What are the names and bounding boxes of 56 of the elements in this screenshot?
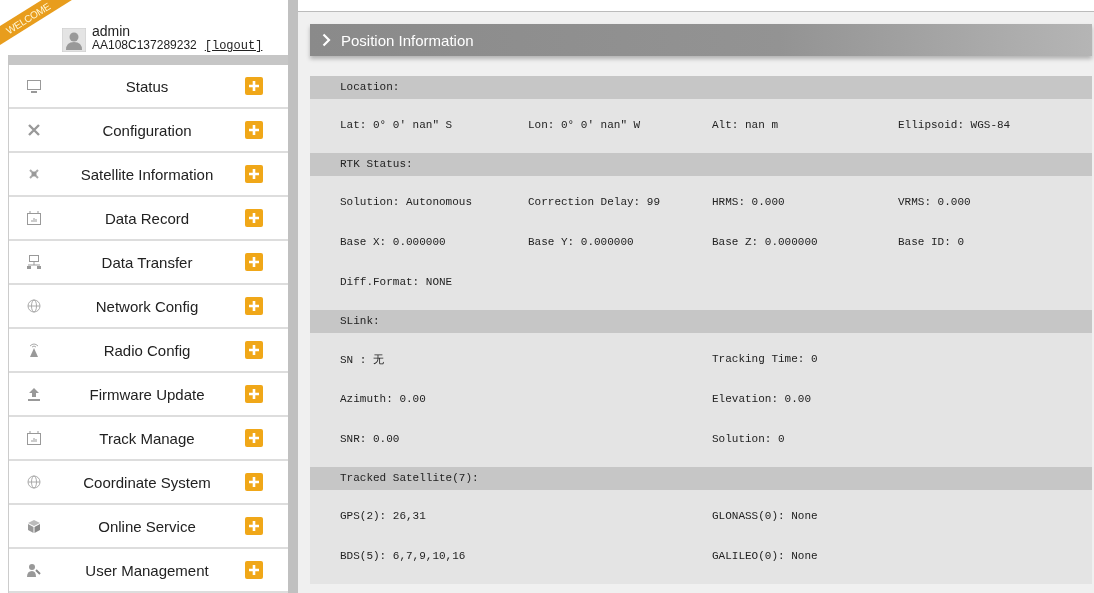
expand-icon: [245, 473, 263, 491]
section-header: RTK Status:: [310, 153, 1092, 176]
device-id: AA108C137289232: [92, 38, 197, 52]
field-value: Lon: 0° 0′ nan″ W: [528, 119, 641, 131]
expand-icon: [245, 121, 263, 139]
upload-icon: [27, 387, 41, 401]
field-value: Correction Delay: 99: [528, 196, 661, 208]
expand-icon: [245, 429, 263, 447]
section-header: Location:: [310, 76, 1092, 99]
field-value: SN : 无: [340, 352, 384, 367]
section-header: Tracked Satellite(7):: [310, 467, 1092, 490]
calendar-icon: [27, 431, 41, 445]
field-value: Base Z: 0.000000: [712, 236, 818, 248]
expand-icon: [245, 561, 263, 579]
field-value: Solution: Autonomous: [340, 196, 473, 208]
expand-icon: [245, 297, 263, 315]
user-name: admin: [92, 24, 132, 38]
field-value: Tracking Time: 0: [712, 353, 818, 365]
field-value: GLONASS(0): None: [712, 510, 818, 522]
field-value: Azimuth: 0.00: [340, 393, 426, 405]
field-value: Base X: 0.000000: [340, 236, 446, 248]
field-value: Elevation: 0.00: [712, 393, 812, 405]
expand-icon: [245, 253, 263, 271]
globe-icon: [27, 475, 41, 489]
avatar-icon: [62, 28, 86, 52]
field-value: Base Y: 0.000000: [528, 236, 634, 248]
field-value: Diff.Format: NONE: [340, 276, 453, 288]
expand-icon: [245, 385, 263, 403]
monitor-icon: [27, 79, 41, 93]
field-value: HRMS: 0.000: [712, 196, 785, 208]
calendar-icon: [27, 211, 41, 225]
field-value: VRMS: 0.000: [898, 196, 971, 208]
expand-icon: [245, 77, 263, 95]
chevron-icon: [322, 33, 331, 47]
field-value: Ellipsoid: WGS-84: [898, 119, 1011, 131]
globe-icon: [27, 299, 41, 313]
panel-title: Position Information: [341, 31, 474, 49]
field-value: GALILEO(0): None: [712, 550, 818, 562]
field-value: Alt: nan m: [712, 119, 778, 131]
expand-icon: [245, 341, 263, 359]
box-icon: [27, 519, 41, 533]
antenna-icon: [28, 342, 40, 358]
section-header: SLink:: [310, 310, 1092, 333]
field-value: Solution: 0: [712, 433, 785, 445]
logout-link[interactable]: [logout]: [204, 39, 263, 53]
network-icon: [27, 255, 41, 269]
expand-icon: [245, 209, 263, 227]
field-value: SNR: 0.00: [340, 433, 400, 445]
user-wrench-icon: [27, 563, 41, 577]
field-value: BDS(5): 6,7,9,10,16: [340, 550, 466, 562]
field-value: Base ID: 0: [898, 236, 964, 248]
expand-icon: [245, 165, 263, 183]
field-value: GPS(2): 26,31: [340, 510, 426, 522]
field-value: Lat: 0° 0′ nan″ S: [340, 119, 453, 131]
expand-icon: [245, 517, 263, 535]
tools-icon: [27, 123, 41, 137]
